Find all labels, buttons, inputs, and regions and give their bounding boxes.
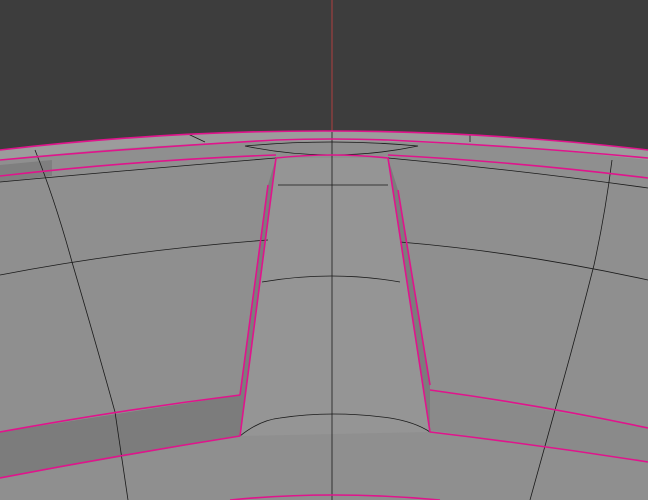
3d-viewport[interactable] (0, 0, 648, 500)
mesh-view (0, 0, 648, 500)
